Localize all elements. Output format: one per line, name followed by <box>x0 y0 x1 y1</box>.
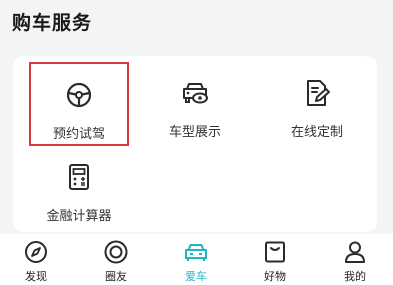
tab-goods[interactable]: 好物 <box>245 234 305 285</box>
service-online-customize[interactable]: 在线定制 <box>267 62 367 146</box>
tab-my-car[interactable]: 爱车 <box>166 234 226 285</box>
community-circle-icon <box>104 240 128 264</box>
service-finance-calculator[interactable]: 金融计算器 <box>23 146 135 230</box>
tab-label: 圈友 <box>105 270 127 283</box>
edit-document-icon <box>307 80 330 106</box>
shopping-box-icon <box>265 241 285 263</box>
service-label: 车型展示 <box>168 125 221 140</box>
calculator-icon <box>69 164 89 190</box>
tab-label: 发现 <box>25 270 47 283</box>
bottom-tab-bar: 发现 圈友 爱车 好物 我的 <box>0 234 393 285</box>
section-title: 购车服务 <box>12 12 93 34</box>
service-car-models[interactable]: 车型展示 <box>145 62 245 146</box>
services-card: 预约试驾 车型展示 在线定制 金融计算器 <box>13 56 377 232</box>
service-label: 在线定制 <box>290 125 343 140</box>
compass-icon <box>25 241 47 263</box>
tab-label: 好物 <box>264 270 286 283</box>
steering-wheel-icon <box>66 82 92 108</box>
car-eye-icon <box>183 83 208 104</box>
service-label: 金融计算器 <box>46 209 112 224</box>
tab-label: 我的 <box>344 270 366 283</box>
car-icon <box>185 244 207 261</box>
person-icon <box>345 241 365 263</box>
service-test-drive[interactable]: 预约试驾 <box>29 62 129 146</box>
tab-friends[interactable]: 圈友 <box>86 234 146 285</box>
tab-discover[interactable]: 发现 <box>6 234 66 285</box>
tab-label: 爱车 <box>185 270 207 283</box>
service-label: 预约试驾 <box>52 127 105 142</box>
tab-me[interactable]: 我的 <box>325 234 385 285</box>
